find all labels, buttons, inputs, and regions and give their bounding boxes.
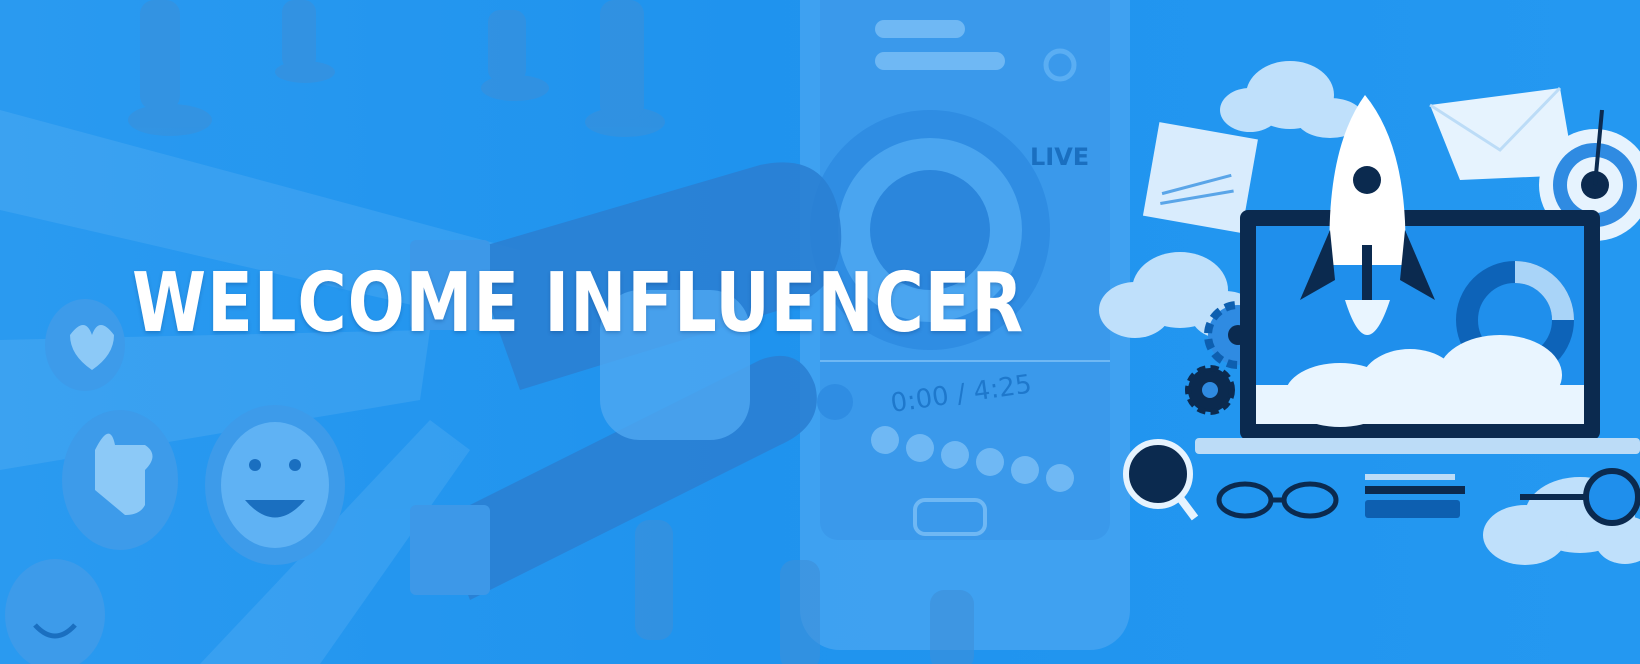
magnet-icon <box>410 162 842 600</box>
smiley-icon-small <box>5 559 105 664</box>
cloud-icon <box>1220 61 1364 138</box>
phone-avatar-icon <box>817 384 853 420</box>
magnifier-icon <box>1123 439 1199 521</box>
smiley-icon <box>205 405 345 565</box>
people-silhouettes <box>128 0 665 137</box>
laptop-icon <box>1195 210 1640 454</box>
thumbs-up-icon <box>62 410 178 550</box>
welcome-headline: WELCOME INFLUENCER <box>132 256 1025 351</box>
eyeglasses-icon <box>1216 481 1339 519</box>
marketing-cluster <box>1099 61 1640 565</box>
hero-banner: LIVE 0:00 / 4:25 WELCOME INFLUENCER <box>0 0 1640 664</box>
heart-icon <box>45 299 125 391</box>
pen-icon <box>1365 474 1465 518</box>
phone-live-label: LIVE <box>1030 143 1089 171</box>
